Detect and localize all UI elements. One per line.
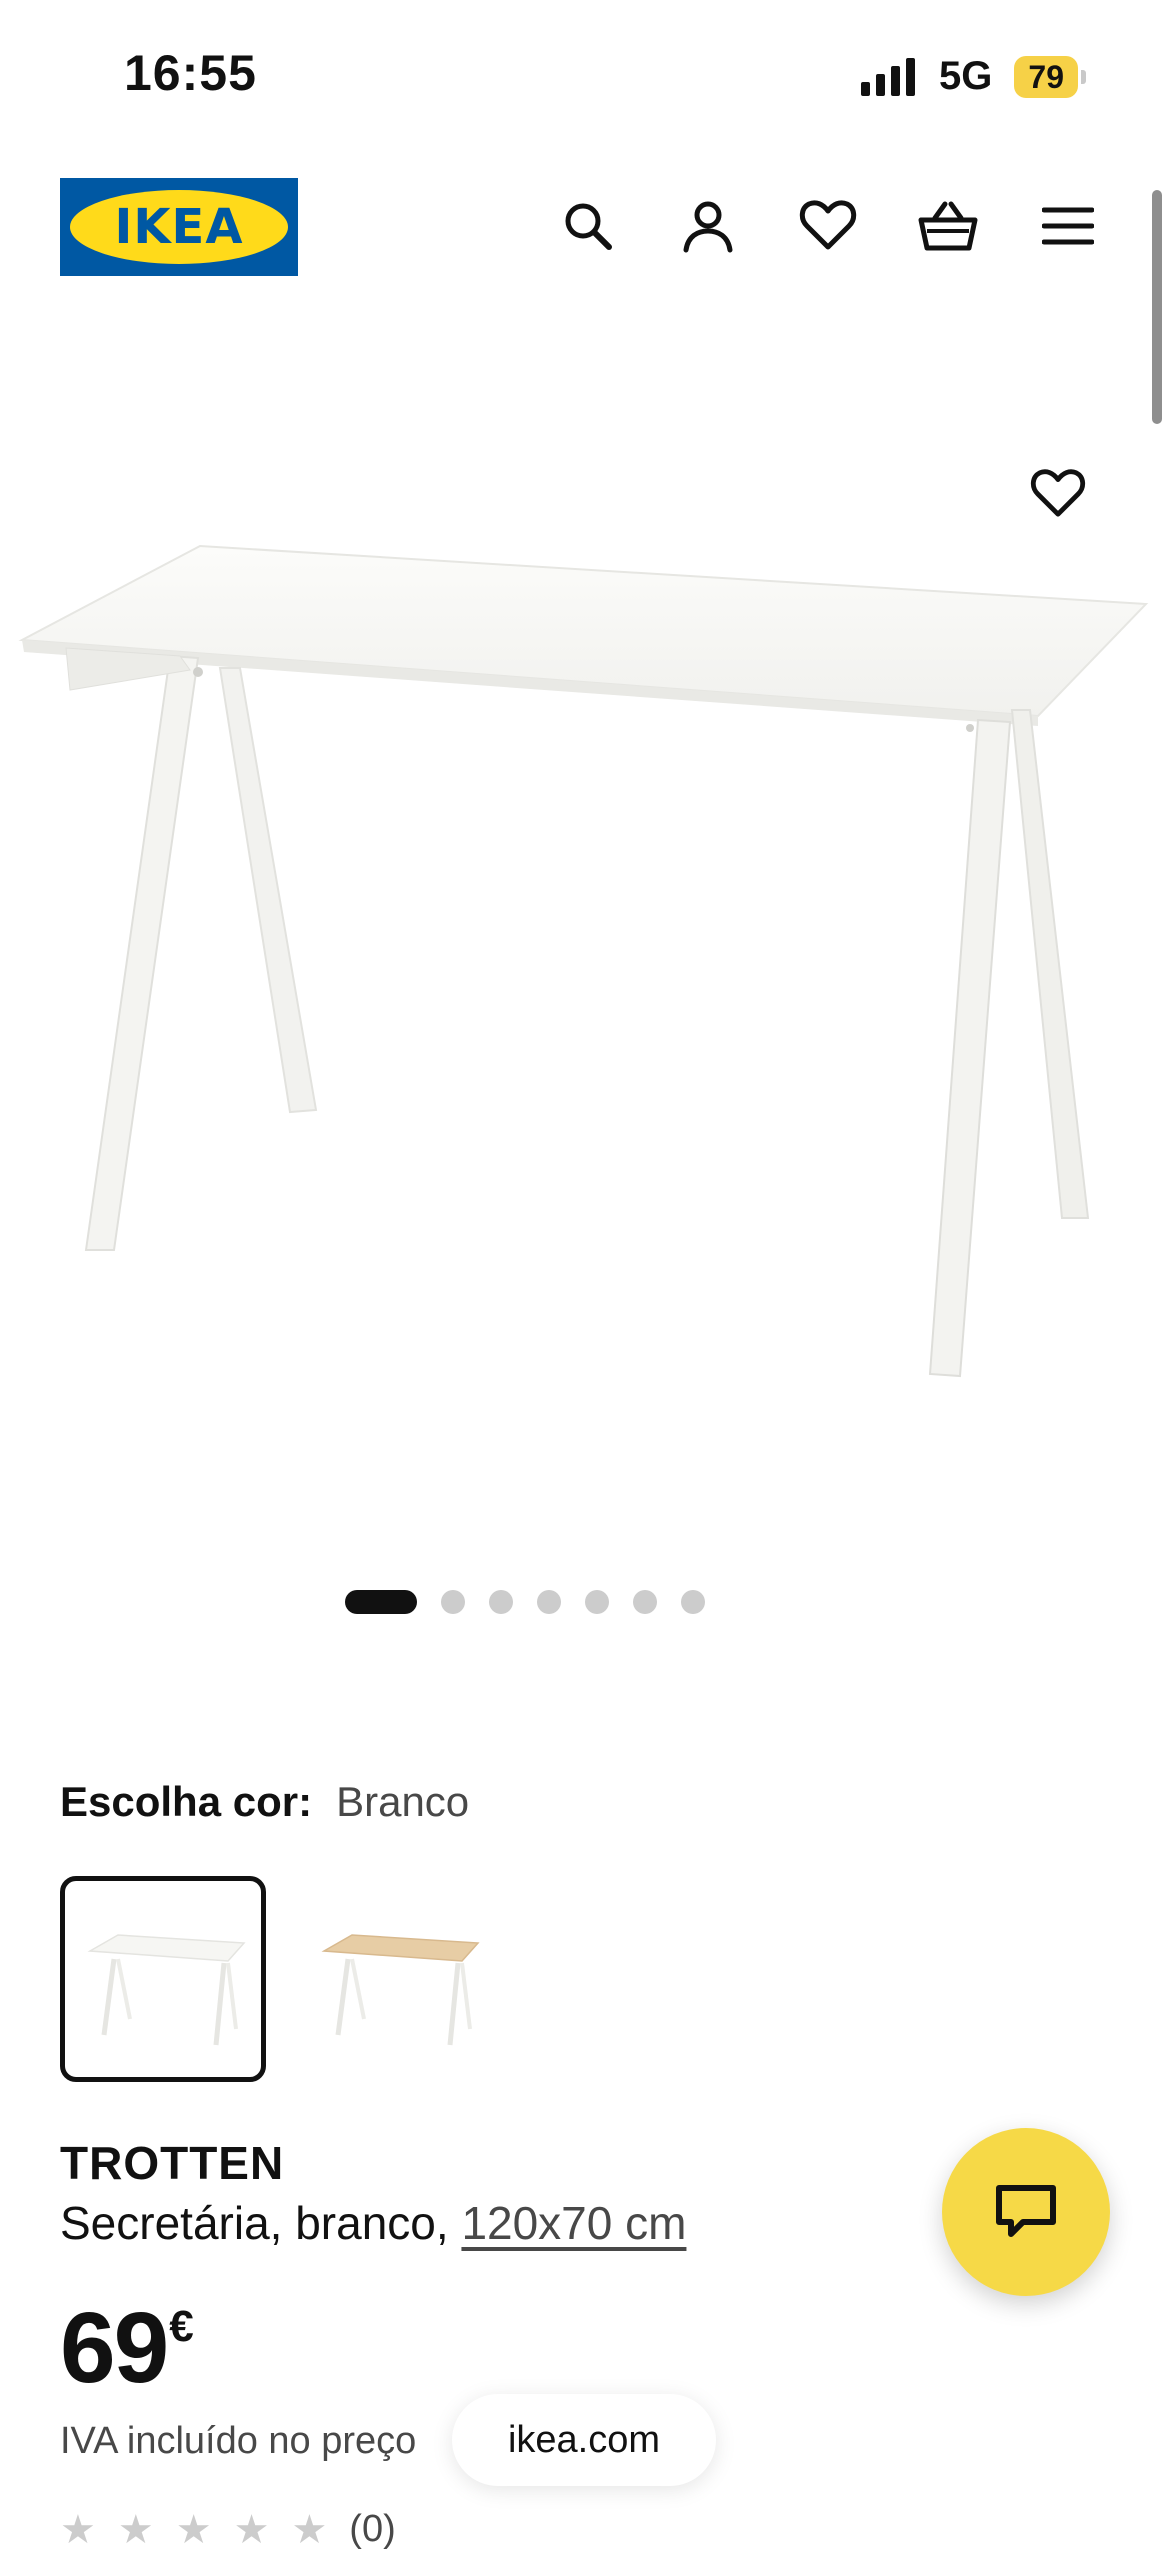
color-label: Escolha cor: [60,1778,313,1825]
account-icon[interactable] [676,194,740,258]
swatch-oak[interactable] [294,1876,500,2082]
carousel-dot[interactable] [537,1590,561,1614]
vat-note: IVA incluído no preço [60,2420,417,2462]
menu-icon[interactable] [1036,194,1100,258]
status-time: 16:55 [124,45,257,101]
heart-icon [1030,469,1086,517]
status-indicators: 5G 79 [861,54,1086,99]
network-type: 5G [939,54,993,98]
status-bar: 16:55 5G 79 [0,0,1170,150]
product-name: TROTTEN [60,2137,285,2189]
carousel-dot[interactable] [633,1590,657,1614]
chat-button[interactable] [942,2128,1110,2296]
header-actions [556,194,1100,258]
price-currency: € [169,2302,194,2351]
search-icon[interactable] [556,194,620,258]
basket-icon[interactable] [916,194,980,258]
carousel-dot[interactable] [585,1590,609,1614]
star-icon: ★ [175,2507,212,2552]
star-icon: ★ [117,2507,154,2552]
carousel-pagination [0,1590,1170,1614]
site-header: IKEA [0,170,1170,280]
color-picker-label: Escolha cor: Branco [60,1778,469,1826]
scrollbar[interactable] [1152,190,1162,424]
star-icon: ★ [233,2507,270,2552]
product-description: Secretária, branco, 120x70 cm [60,2196,686,2250]
carousel-dot-active[interactable] [345,1590,417,1614]
product-image[interactable] [0,420,1170,1420]
logo-text: IKEA [114,199,244,255]
product-dimensions-link[interactable]: 120x70 cm [461,2197,686,2249]
carousel-dot[interactable] [489,1590,513,1614]
battery-level: 79 [1014,55,1078,98]
chat-icon [996,2185,1056,2237]
battery-icon: 79 [1014,55,1086,98]
ikea-logo[interactable]: IKEA [60,178,298,276]
swatch-white[interactable] [60,1876,266,2082]
carousel-dot[interactable] [441,1590,465,1614]
signal-icon [861,57,916,96]
browser-url-pill[interactable]: ikea.com [452,2394,716,2486]
price-value: 69 [60,2292,169,2404]
add-to-wishlist-button[interactable] [1026,462,1090,526]
rating[interactable]: ★ ★ ★ ★ ★ (0) [60,2508,396,2551]
product-price: 69 € [60,2298,194,2398]
heart-icon[interactable] [796,194,860,258]
star-icon: ★ [291,2507,328,2552]
color-swatches [60,1876,500,2082]
star-icon: ★ [60,2507,96,2552]
carousel-dot[interactable] [681,1590,705,1614]
selected-color: Branco [336,1778,470,1825]
rating-count: (0) [349,2508,396,2550]
product-type: Secretária, branco, [60,2197,449,2249]
